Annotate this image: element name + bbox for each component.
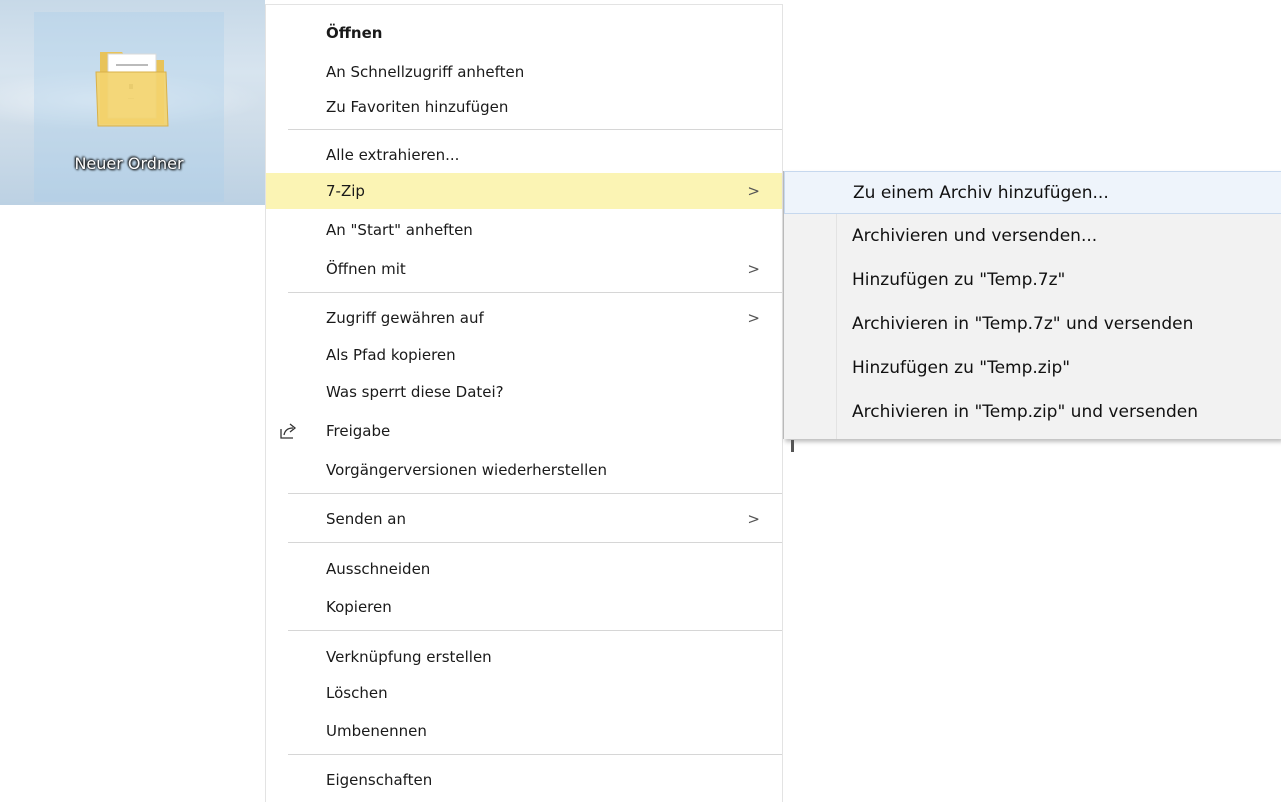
submenu-item-label: Hinzufügen zu "Temp.7z" [852,270,1066,290]
menu-item-share[interactable]: Freigabe [266,413,782,449]
menu-item-label: Vorgängerversionen wiederherstellen [326,461,607,479]
menu-item-7zip[interactable]: 7-Zip > [266,173,782,209]
menu-item-send-to[interactable]: Senden an > [266,501,782,537]
menu-item-label: Eigenschaften [326,771,433,789]
menu-item-label: Was sperrt diese Datei? [326,383,504,401]
menu-item-cut[interactable]: Ausschneiden [266,551,782,587]
menu-item-label: Senden an [326,510,406,528]
folder-icon [95,52,169,127]
menu-item-rename[interactable]: Umbenennen [266,713,782,749]
menu-item-label: Freigabe [326,422,391,440]
menu-item-label: 7-Zip [326,182,365,200]
chevron-right-icon: > [747,182,760,200]
menu-item-label: Verknüpfung erstellen [326,648,492,666]
submenu-7zip: Zu einem Archiv hinzufügen... Archiviere… [783,171,1281,439]
context-menu: Öffnen An Schnellzugriff anheften Zu Fav… [265,4,783,802]
menu-item-open-with[interactable]: Öffnen mit > [266,251,782,287]
menu-item-add-favorites[interactable]: Zu Favoriten hinzufügen [266,89,782,125]
menu-item-properties[interactable]: Eigenschaften [266,762,782,798]
screen: Neuer Ordner Öffnen An Schnellzugriff an… [0,0,1281,802]
desktop-folder-item[interactable]: Neuer Ordner [34,12,224,202]
submenu-item-add-to-zip[interactable]: Hinzufügen zu "Temp.zip" [784,347,1281,390]
submenu-item-archive-and-send[interactable]: Archivieren und versenden... [784,215,1281,258]
menu-item-label: Zu Favoriten hinzufügen [326,98,509,116]
menu-item-label: Öffnen mit [326,260,406,278]
menu-separator [288,630,782,631]
menu-separator [288,754,782,755]
menu-item-label: Zugriff gewähren auf [326,309,484,327]
menu-item-what-locks[interactable]: Was sperrt diese Datei? [266,374,782,410]
menu-item-copy-path[interactable]: Als Pfad kopieren [266,337,782,373]
menu-item-label: Kopieren [326,598,392,616]
menu-item-delete[interactable]: Löschen [266,675,782,711]
menu-item-label: Ausschneiden [326,560,431,578]
folder-label: Neuer Ordner [74,154,184,173]
submenu-item-label: Hinzufügen zu "Temp.zip" [852,358,1071,378]
submenu-item-label: Archivieren und versenden... [852,226,1098,246]
menu-separator [288,493,782,494]
menu-item-extract-all[interactable]: Alle extrahieren... [266,137,782,173]
menu-item-open[interactable]: Öffnen [266,15,782,51]
submenu-shadow-mark [791,440,794,452]
menu-separator [288,129,782,130]
menu-item-create-shortcut[interactable]: Verknüpfung erstellen [266,639,782,675]
menu-item-pin-quick-access[interactable]: An Schnellzugriff anheften [266,54,782,90]
menu-item-label: An "Start" anheften [326,221,473,239]
submenu-item-label: Zu einem Archiv hinzufügen... [853,183,1109,203]
menu-separator [288,292,782,293]
menu-item-grant-access[interactable]: Zugriff gewähren auf > [266,300,782,336]
menu-item-label: Umbenennen [326,722,427,740]
desktop-background: Neuer Ordner [0,0,265,205]
submenu-item-add-to-archive[interactable]: Zu einem Archiv hinzufügen... [784,171,1281,214]
menu-separator [288,542,782,543]
submenu-item-archive-zip-send[interactable]: Archivieren in "Temp.zip" und versenden [784,391,1281,434]
menu-item-label: Öffnen [326,24,383,42]
menu-item-label: Alle extrahieren... [326,146,460,164]
menu-item-pin-start[interactable]: An "Start" anheften [266,212,782,248]
submenu-item-archive-7z-send[interactable]: Archivieren in "Temp.7z" und versenden [784,303,1281,346]
submenu-item-label: Archivieren in "Temp.7z" und versenden [852,314,1194,334]
menu-item-label: Löschen [326,684,388,702]
chevron-right-icon: > [747,260,760,278]
chevron-right-icon: > [747,309,760,327]
menu-item-label: Als Pfad kopieren [326,346,456,364]
submenu-item-add-to-7z[interactable]: Hinzufügen zu "Temp.7z" [784,259,1281,302]
menu-item-label: An Schnellzugriff anheften [326,63,525,81]
menu-item-copy[interactable]: Kopieren [266,589,782,625]
submenu-item-label: Archivieren in "Temp.zip" und versenden [852,402,1199,422]
menu-item-restore-versions[interactable]: Vorgängerversionen wiederherstellen [266,452,782,488]
chevron-right-icon: > [747,510,760,528]
share-icon [280,423,297,439]
